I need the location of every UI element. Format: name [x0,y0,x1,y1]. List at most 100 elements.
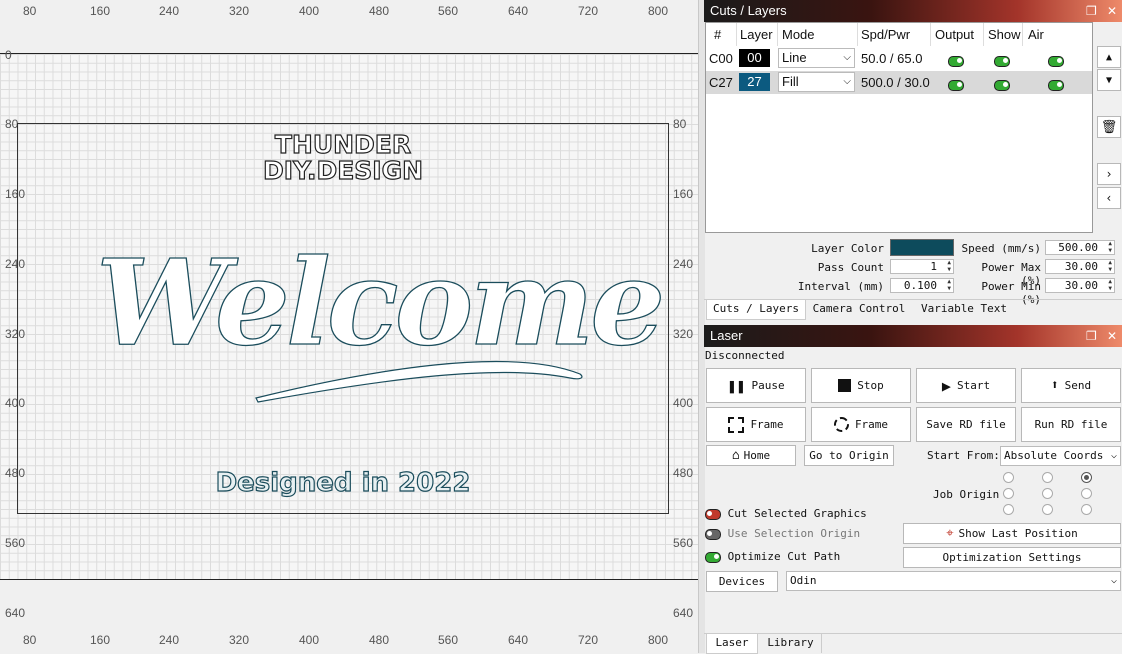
expand-right-button[interactable]: › [1097,163,1121,185]
ruler-bottom-label: 480 [369,633,390,647]
tab-variable-text[interactable]: Variable Text [912,300,1016,319]
chevron-down-icon: ⌵ [1110,575,1117,586]
frame-rect-icon [728,416,745,433]
tab-laser[interactable]: Laser [706,634,758,654]
layer-color-picker[interactable] [890,239,954,256]
job-origin-label: Job Origin [933,488,1000,501]
origin-radio-mr[interactable] [1081,488,1092,499]
design-swoosh[interactable] [250,350,590,405]
frame-rect-button[interactable]: Frame [706,407,806,442]
run-rd-button[interactable]: Run RD file [1021,407,1121,442]
use-selection-origin-toggle[interactable]: Use Selection Origin [705,527,860,540]
layer-row[interactable]: C00 00 Line ⌵ 50.0 / 65.0 [706,47,1092,70]
col-header-spdpwr: Spd/Pwr [861,27,911,42]
spd-pwr: 500.0 / 30.0 [861,75,930,90]
pause-button[interactable]: ❚❚ Pause [706,368,806,403]
save-rd-label: Save RD file [926,418,1006,431]
air-toggle[interactable] [1048,53,1064,68]
show-toggle[interactable] [994,77,1010,92]
laser-panel-titlebar: Laser ❐ ✕ [704,325,1122,347]
design-welcome-text[interactable]: Welcome [95,237,666,368]
col-header-output: Output [935,27,975,42]
start-from-select[interactable]: Absolute Coords ⌵ [1000,446,1121,466]
show-toggle[interactable] [994,53,1010,68]
start-button[interactable]: ▶ Start [916,368,1016,403]
start-from-label: Start From: [927,449,1000,462]
connection-status: Disconnected [705,349,785,362]
design-logo-text[interactable]: THUNDER DIY.DESIGN [240,131,446,184]
device-select[interactable]: Odin ⌵ [786,571,1121,591]
origin-radio-tl[interactable] [1003,472,1014,483]
origin-radio-mc[interactable] [1042,488,1053,499]
toggle-icon [705,551,721,563]
origin-radio-tr-selected[interactable] [1081,472,1092,483]
ruler-left-label: 0 [5,48,12,62]
send-button[interactable]: ⬆ Send [1021,368,1121,403]
layer-color-swatch[interactable]: 27 [739,73,770,91]
go-to-origin-button[interactable]: Go to Origin [804,445,894,466]
show-last-position-button[interactable]: ⌖ Show Last Position [903,523,1121,544]
frame-label: Frame [854,418,889,431]
layers-table[interactable]: # Layer Mode Spd/Pwr Output Show Air C00… [705,22,1093,233]
output-toggle[interactable] [948,77,964,92]
tab-cuts-layers[interactable]: Cuts / Layers [706,300,806,320]
top-tab-bar: Cuts / Layers Camera Control Variable Te… [704,299,1122,320]
home-icon: ⌂ [731,448,740,463]
layer-color-swatch[interactable]: 00 [739,49,770,67]
move-up-button[interactable]: ▲ [1097,46,1121,68]
mode-value: Fill [782,74,799,89]
ruler-bottom-label: 720 [578,633,599,647]
frame-circle-button[interactable]: Frame [811,407,911,442]
layer-id: C27 [709,75,733,90]
origin-radio-tc[interactable] [1042,472,1053,483]
origin-radio-ml[interactable] [1003,488,1014,499]
toggle-icon [705,528,721,540]
design-footer-text[interactable]: Designed in 2022 [210,467,476,498]
save-rd-button[interactable]: Save RD file [916,407,1016,442]
cuts-panel-titlebar: Cuts / Layers ❐ ✕ [704,0,1122,22]
optimization-settings-button[interactable]: Optimization Settings [903,547,1121,568]
mode-select[interactable]: Fill ⌵ [778,72,855,92]
ruler-right-label: 320 [673,327,694,341]
close-icon[interactable]: ✕ [1107,325,1117,347]
float-icon[interactable]: ❐ [1086,0,1097,22]
origin-radio-bc[interactable] [1042,504,1053,515]
optimize-cut-path-toggle[interactable]: Optimize Cut Path [705,550,840,563]
mode-select[interactable]: Line ⌵ [778,48,855,68]
ruler-top-label: 160 [90,4,111,18]
origin-radio-br[interactable] [1081,504,1092,515]
power-max-input[interactable]: 30.00 [1045,259,1115,274]
laser-panel-title: Laser [704,325,1122,347]
ruler-bottom-label: 160 [90,633,111,647]
send-label: Send [1064,379,1092,392]
air-toggle[interactable] [1048,77,1064,92]
crosshair-icon: ⌖ [946,526,954,541]
origin-radio-bl[interactable] [1003,504,1014,515]
output-toggle[interactable] [948,53,964,68]
col-header-layer: Layer [740,27,773,42]
ruler-top-label: 800 [648,4,669,18]
tab-camera-control[interactable]: Camera Control [808,300,910,319]
layer-id: C00 [709,51,733,66]
speed-input[interactable]: 500.00 [1045,240,1115,255]
interval-input[interactable]: 0.100 [890,278,954,293]
pass-count-input[interactable]: 1 [890,259,954,274]
stop-button[interactable]: Stop [811,368,911,403]
tab-library[interactable]: Library [760,634,822,653]
ruler-right-label: 80 [673,117,687,131]
move-down-button[interactable]: ▼ [1097,69,1121,91]
power-min-input[interactable]: 30.00 [1045,278,1115,293]
cuts-panel-title: Cuts / Layers [704,0,1122,22]
devices-button[interactable]: Devices [706,571,778,592]
home-button[interactable]: ⌂ Home [706,445,796,466]
layer-row[interactable]: C27 27 Fill ⌵ 500.0 / 30.0 [706,71,1092,94]
delete-layer-button[interactable]: 🗑 [1097,116,1121,138]
ruler-top-label: 80 [23,4,37,18]
start-from-value: Absolute Coords [1004,449,1104,462]
ruler-bottom-label: 240 [159,633,180,647]
expand-left-button[interactable]: ‹ [1097,187,1121,209]
design-canvas[interactable]: 80 160 240 320 400 480 560 640 720 800 8… [0,0,698,653]
close-icon[interactable]: ✕ [1107,0,1117,22]
cut-selected-toggle[interactable]: Cut Selected Graphics [705,507,867,520]
float-icon[interactable]: ❐ [1086,325,1097,347]
